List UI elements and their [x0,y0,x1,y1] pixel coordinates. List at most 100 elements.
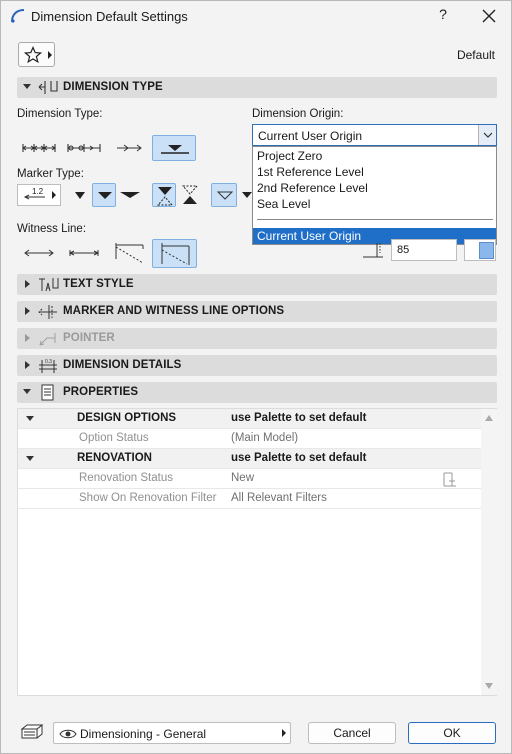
marker-filled-large-button[interactable] [92,183,116,207]
title-bar: Dimension Default Settings ? [1,1,511,32]
marker-double-dashed-button[interactable] [152,183,176,207]
section-text-style[interactable]: TEXT STYLE [17,274,497,295]
section-pointer: POINTER [17,328,497,349]
properties-table: DESIGN OPTIONS use Palette to set defaul… [17,408,497,696]
section-label: TEXT STYLE [63,278,134,290]
text-style-icon [39,278,59,292]
chevron-right-icon [48,51,52,59]
expand-arrow-icon [25,307,30,315]
dimension-type-icon [38,81,58,94]
table-row[interactable]: Show On Renovation Filter All Relevant F… [18,489,481,509]
view-settings-value: Dimensioning - General [80,727,207,741]
marker-double-icon [156,187,174,206]
witness-length-input[interactable]: 85 [391,239,457,261]
marker-double-button[interactable] [178,183,202,207]
marker-filled-large-icon [98,192,112,199]
view-settings-select[interactable]: Dimensioning - General [53,722,291,744]
witness-none-button[interactable] [17,239,61,267]
dim-arrow-icon [117,144,142,152]
cancel-button[interactable]: Cancel [308,722,396,744]
witness-full-icon [161,243,190,265]
marker-more-icon [242,192,252,198]
witness-length-icon [363,243,383,258]
scroll-down-icon[interactable] [485,683,493,689]
dimension-details-icon: 0.3 [39,359,57,373]
property-value: (Main Model) [231,432,299,444]
dim-type-dot-button[interactable] [62,135,106,161]
eye-icon [59,729,77,739]
expand-arrow-icon [25,334,30,342]
table-row[interactable]: Renovation Status New [18,469,481,489]
table-row[interactable]: Option Status (Main Model) [18,429,481,449]
marker-type-label: Marker Type: [17,168,84,180]
table-scrollbar[interactable] [481,409,497,695]
witness-dashed-icon [115,243,144,264]
section-marker-witness[interactable]: MARKER AND WITNESS LINE OPTIONS [17,301,497,322]
property-name: RENOVATION [77,452,152,464]
dim-type-linear-button[interactable] [17,135,61,161]
window-title: Dimension Default Settings [31,9,188,24]
witness-short-button[interactable] [62,239,106,267]
origin-select[interactable]: Current User Origin [252,124,497,146]
marker-filled-icon [75,192,85,199]
star-icon [24,46,42,64]
origin-option-2nd-reference-level[interactable]: 2nd Reference Level [253,180,496,196]
dimension-type-label: Dimension Type: [17,108,103,120]
default-label: Default [456,48,495,62]
dim-type-arrow-button[interactable] [107,135,151,161]
witness-none-icon [24,249,54,257]
origin-option-sea-level[interactable]: Sea Level [253,196,496,212]
marker-size-value: 1.2 [32,187,44,196]
close-icon[interactable] [477,4,501,28]
marker-flat-icon [120,192,140,198]
table-row[interactable]: RENOVATION use Palette to set default [18,449,481,469]
table-row[interactable]: DESIGN OPTIONS use Palette to set defaul… [18,409,481,429]
origin-option-project-zero[interactable]: Project Zero [253,148,496,164]
property-name: Option Status [79,432,149,444]
help-button[interactable]: ? [431,6,455,26]
chevron-right-icon [282,729,286,737]
property-value: use Palette to set default [231,412,367,424]
svg-text:0.3: 0.3 [45,359,52,365]
pen-color-picker[interactable] [464,239,496,261]
origin-dropdown-list[interactable]: Project Zero 1st Reference Level 2nd Ref… [252,146,497,245]
marker-outline-icon [216,191,234,200]
favorites-button[interactable] [18,42,55,67]
section-label: POINTER [63,332,115,344]
section-properties[interactable]: PROPERTIES [17,382,497,403]
witness-dashed-button[interactable] [107,239,151,267]
ok-button[interactable]: OK [408,722,496,744]
marker-witness-icon [38,305,57,319]
renovation-status-icon[interactable] [440,470,460,488]
property-name: DESIGN OPTIONS [77,412,177,424]
dimension-origin-label: Dimension Origin: [252,108,344,120]
origin-select-value: Current User Origin [258,129,363,143]
section-dimension-type[interactable]: DIMENSION TYPE [17,77,497,98]
marker-flat-button[interactable] [117,183,143,207]
collapse-arrow-icon [26,416,34,421]
scroll-up-icon[interactable] [485,415,493,421]
origin-option-1st-reference-level[interactable]: 1st Reference Level [253,164,496,180]
property-value: use Palette to set default [231,452,367,464]
section-dimension-details[interactable]: 0.3 DIMENSION DETAILS [17,355,497,376]
pen-color-swatch [479,242,494,259]
chevron-down-icon [478,125,496,145]
property-name: Renovation Status [79,472,173,484]
witness-short-icon [68,250,100,256]
layers-icon[interactable] [19,722,45,744]
marker-size-select[interactable]: 1.2 [17,184,61,206]
marker-outline-button[interactable] [211,183,237,207]
dim-type-elevation-button[interactable] [152,135,196,161]
property-name: Show On Renovation Filter [79,492,217,504]
marker-filled-small-button[interactable] [69,183,91,207]
section-label: PROPERTIES [63,386,139,398]
pointer-icon [39,333,56,346]
dim-dot-icon [67,144,101,152]
app-icon [11,9,25,23]
section-label: DIMENSION DETAILS [63,359,182,371]
dim-elevation-icon [161,145,189,154]
expand-arrow-icon [25,280,30,288]
witness-full-button[interactable] [152,239,197,268]
section-label: DIMENSION TYPE [63,81,163,93]
marker-more-button[interactable] [239,183,253,207]
